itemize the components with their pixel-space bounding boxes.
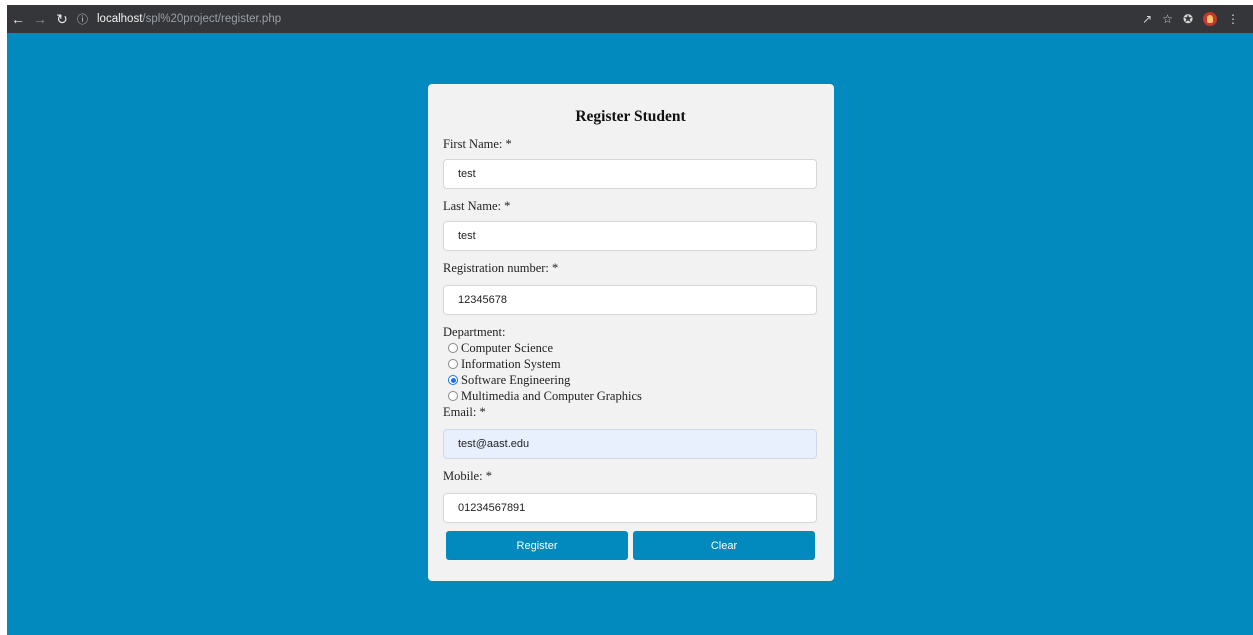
register-button[interactable]: Register xyxy=(446,531,628,560)
form-actions: Register Clear xyxy=(446,531,818,560)
url-host: localhost xyxy=(97,13,143,25)
extensions-icon[interactable]: ✪ xyxy=(1183,12,1193,26)
info-icon[interactable]: ⓘ xyxy=(77,11,93,27)
department-option-label: Software Engineering xyxy=(461,372,571,387)
browser-toolbar: ← → ↻ ⓘ localhost/spl%20project/register… xyxy=(7,5,1253,33)
radio-button[interactable] xyxy=(448,343,458,353)
last-name-label: Last Name: * xyxy=(443,199,511,213)
department-option-label: Multimedia and Computer Graphics xyxy=(461,388,642,403)
email-field[interactable] xyxy=(443,429,817,459)
reload-icon[interactable]: ↻ xyxy=(51,11,73,28)
department-option[interactable]: Multimedia and Computer Graphics xyxy=(443,388,818,404)
radio-button[interactable] xyxy=(448,375,458,385)
mobile-label: Mobile: * xyxy=(443,469,492,483)
form-title: Register Student xyxy=(575,108,686,125)
toolbar-actions: ↗ ☆ ✪ ⋮ xyxy=(1142,12,1253,26)
last-name-input[interactable] xyxy=(443,221,817,251)
radio-button[interactable] xyxy=(448,391,458,401)
email-label: Email: * xyxy=(443,405,486,419)
first-name-input[interactable] xyxy=(443,159,817,189)
department-option[interactable]: Information System xyxy=(443,356,818,372)
registration-input[interactable] xyxy=(443,285,817,315)
department-option-label: Computer Science xyxy=(461,340,553,355)
mobile-input[interactable] xyxy=(443,493,817,523)
register-form-card: Register Student First Name: * Last Name… xyxy=(428,84,834,581)
star-icon[interactable]: ☆ xyxy=(1162,12,1173,26)
address-bar[interactable]: ⓘ localhost/spl%20project/register.php xyxy=(77,9,1077,29)
back-icon[interactable]: ← xyxy=(7,11,29,27)
department-option-label: Information System xyxy=(461,356,561,371)
registration-label: Registration number: * xyxy=(443,261,559,275)
first-name-label: First Name: * xyxy=(443,137,512,151)
clear-button[interactable]: Clear xyxy=(633,531,815,560)
department-label: Department: xyxy=(443,325,506,339)
forward-icon[interactable]: → xyxy=(29,11,51,27)
page-content: Register Student First Name: * Last Name… xyxy=(7,33,1253,635)
department-option[interactable]: Computer Science xyxy=(443,340,818,356)
radio-button[interactable] xyxy=(448,359,458,369)
share-icon[interactable]: ↗ xyxy=(1142,12,1152,26)
menu-icon[interactable]: ⋮ xyxy=(1227,12,1239,26)
url-path: /spl%20project/register.php xyxy=(142,13,282,25)
profile-icon[interactable] xyxy=(1203,12,1217,26)
department-radio-group: Computer Science Information System Soft… xyxy=(443,340,818,404)
department-option[interactable]: Software Engineering xyxy=(443,372,818,388)
